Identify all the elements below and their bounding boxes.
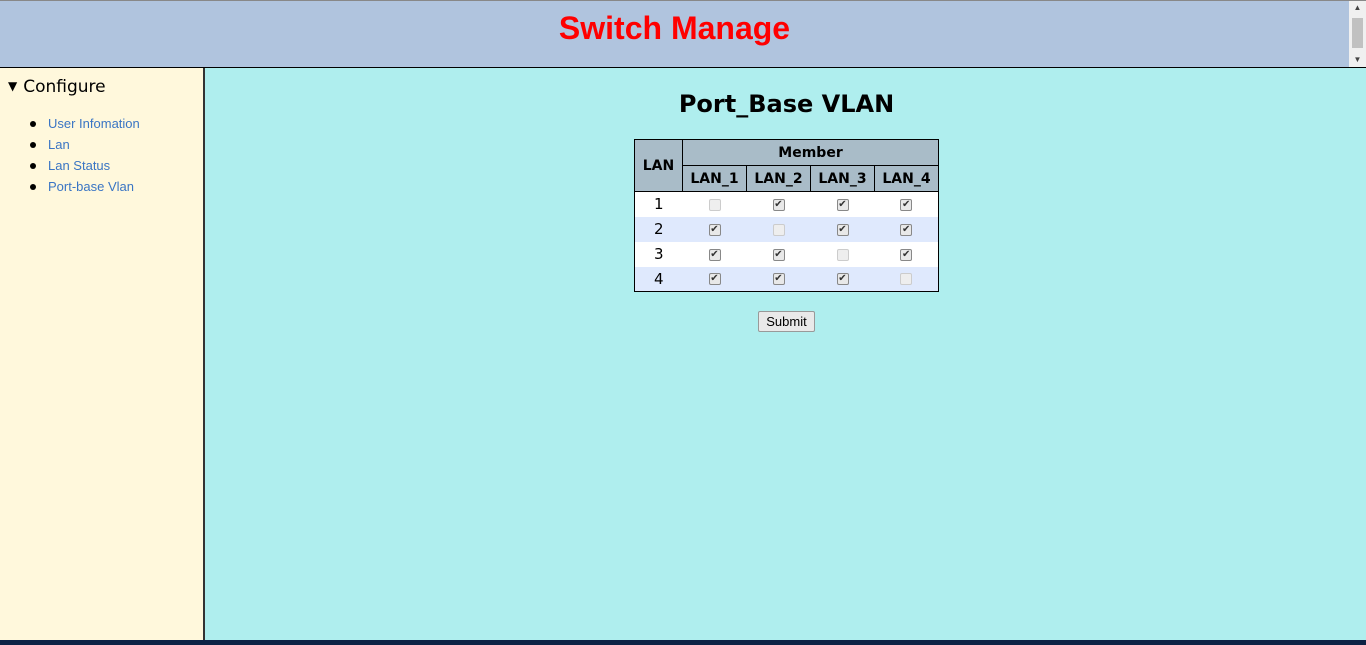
member-checkbox[interactable]: ✔ bbox=[772, 248, 785, 261]
scroll-down-icon[interactable]: ▼ bbox=[1349, 53, 1366, 67]
app-title: Switch Manage bbox=[558, 10, 791, 46]
column-header: LAN_2 bbox=[746, 165, 811, 192]
member-checkbox-disabled bbox=[900, 273, 913, 286]
sidebar-item-lan[interactable]: Lan bbox=[48, 137, 70, 152]
member-checkbox-disabled bbox=[836, 248, 849, 261]
configure-label: Configure bbox=[23, 77, 106, 97]
configure-toggle[interactable]: ▼ Configure bbox=[8, 77, 106, 97]
member-checkbox[interactable]: ✔ bbox=[708, 273, 721, 286]
sidebar-menu: User Infomation Lan Lan Status Port-base… bbox=[30, 116, 140, 200]
member-checkbox[interactable]: ✔ bbox=[708, 248, 721, 261]
sidebar-item-lan-status[interactable]: Lan Status bbox=[48, 158, 110, 173]
column-header: LAN_1 bbox=[682, 165, 747, 192]
member-checkbox-disabled bbox=[772, 223, 785, 236]
member-checkbox[interactable]: ✔ bbox=[772, 273, 785, 286]
member-checkbox[interactable]: ✔ bbox=[900, 223, 913, 236]
submit-button[interactable]: Submit bbox=[758, 311, 815, 332]
lan-number: 4 bbox=[634, 266, 683, 292]
lan-number: 3 bbox=[653, 245, 664, 263]
table-row: 3 ✔ ✔ ✔ bbox=[635, 242, 939, 267]
lan-number: 1 bbox=[653, 195, 664, 214]
sidebar: ▼ Configure User Infomation Lan Lan Statu… bbox=[0, 68, 205, 640]
triangle-down-icon: ▼ bbox=[8, 79, 18, 93]
member-checkbox[interactable]: ✔ bbox=[900, 248, 913, 261]
header-scrollbar[interactable]: ▲ ▼ bbox=[1349, 1, 1366, 67]
member-checkbox[interactable]: ✔ bbox=[836, 223, 849, 236]
member-checkbox[interactable]: ✔ bbox=[772, 198, 785, 211]
member-checkbox[interactable]: ✔ bbox=[836, 273, 849, 286]
member-header: Member bbox=[682, 139, 939, 166]
column-header: LAN_3 bbox=[810, 165, 875, 192]
table-row: 4 ✔ ✔ ✔ bbox=[634, 266, 939, 292]
member-checkbox[interactable]: ✔ bbox=[836, 198, 849, 211]
main-content: Port_Base VLAN LAN Member LAN_1 LAN_2 LA… bbox=[207, 68, 1366, 640]
page-title: Port_Base VLAN bbox=[678, 90, 895, 118]
sidebar-item-port-base-vlan[interactable]: Port-base Vlan bbox=[48, 179, 134, 194]
member-checkbox-disabled bbox=[708, 198, 721, 211]
lan-number: 2 bbox=[634, 216, 683, 242]
table-row: 1 ✔ ✔ ✔ bbox=[635, 192, 939, 217]
scrollbar-thumb[interactable] bbox=[1352, 18, 1363, 48]
column-header: LAN_4 bbox=[874, 165, 939, 192]
member-checkbox[interactable]: ✔ bbox=[708, 223, 721, 236]
lan-header: LAN bbox=[634, 139, 683, 192]
vlan-table: LAN Member LAN_1 LAN_2 LAN_3 LAN_4 1 ✔ ✔ ✔ 2… bbox=[634, 139, 939, 292]
header: Switch Manage ▲ ▼ bbox=[0, 0, 1366, 68]
table-row: 2 ✔ ✔ ✔ bbox=[634, 216, 939, 242]
sidebar-item-user-information[interactable]: User Infomation bbox=[48, 116, 140, 131]
taskbar bbox=[0, 640, 1366, 645]
member-checkbox[interactable]: ✔ bbox=[900, 198, 913, 211]
scroll-up-icon[interactable]: ▲ bbox=[1349, 1, 1366, 15]
